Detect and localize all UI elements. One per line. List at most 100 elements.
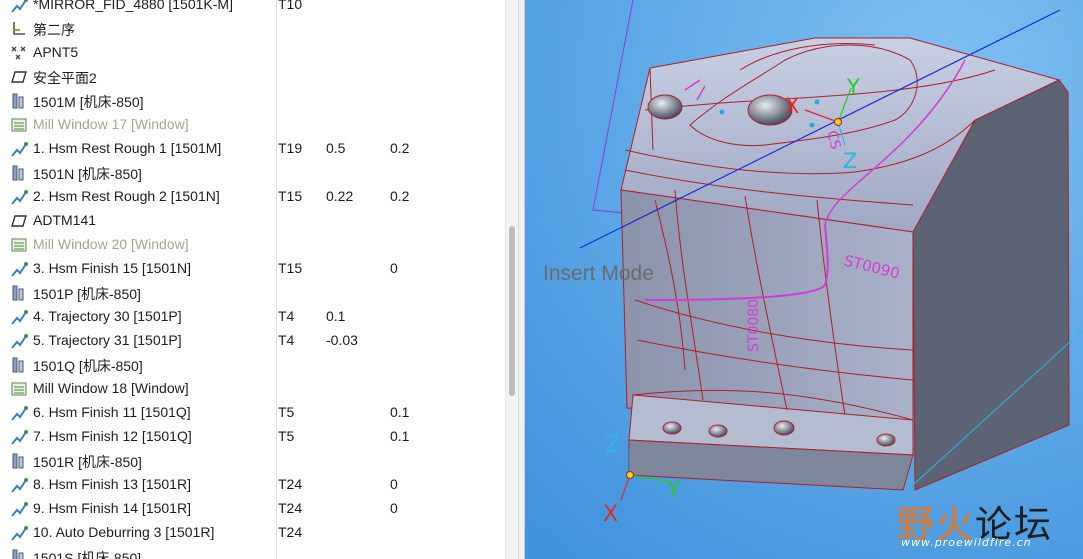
- tree-row-stock-side: 0.22: [326, 188, 354, 204]
- tree-row-stock-bottom: 0.2: [390, 140, 410, 156]
- tree-row-tool: T15: [278, 188, 303, 204]
- axis-label-x: X: [603, 502, 618, 527]
- tree-row[interactable]: 1501S [机床-850]: [0, 545, 505, 559]
- hole: [773, 420, 795, 436]
- tree-row[interactable]: 3. Hsm Finish 15 [1501N] T15 0: [0, 257, 505, 281]
- tree-row-tool: T24: [278, 500, 303, 516]
- operation-icon: [10, 356, 28, 374]
- tree-row-stock-bottom: 0.2: [390, 188, 410, 204]
- graphics-viewport[interactable]: ST0090 ST0080 CS X Y Z Z Y X Insert Mode…: [525, 0, 1083, 559]
- tree-row[interactable]: 安全平面2: [0, 65, 505, 89]
- tree-row-name: APNT5: [33, 44, 79, 60]
- tree-row-stock-side: 0.5: [326, 140, 346, 156]
- tree-row-stock-bottom: 0.1: [390, 404, 410, 420]
- nc-sequence-icon: [10, 188, 28, 206]
- axis-label-z: Z: [605, 433, 620, 458]
- annotation-st0080: ST0080: [746, 299, 762, 352]
- tree-row[interactable]: *MIRROR_FID_4880 [1501K-M] T10: [0, 0, 505, 17]
- tree-row-name: 1501R [机床-850]: [33, 454, 142, 470]
- watermark-url: www.proewildfire.cn: [901, 536, 1032, 549]
- tree-row-name: 1501S [机床-850]: [33, 550, 142, 559]
- tree-row-tool: T15: [278, 260, 303, 276]
- tree-row-tool: T4: [278, 308, 295, 324]
- tree-row-tool: T5: [278, 428, 295, 444]
- tree-row-name: 2. Hsm Rest Rough 2 [1501N]: [33, 188, 220, 204]
- tree-row-name: Mill Window 18 [Window]: [33, 380, 189, 396]
- hole: [876, 433, 896, 447]
- axis-label-x: X: [785, 94, 799, 118]
- tree-row-name: 10. Auto Deburring 3 [1501R]: [33, 524, 215, 540]
- tree-row[interactable]: 4. Trajectory 30 [1501P] T4 0.1: [0, 305, 505, 329]
- plane-icon: [10, 68, 28, 86]
- tree-row[interactable]: Mill Window 18 [Window]: [0, 377, 505, 401]
- tree-row[interactable]: 7. Hsm Finish 12 [1501Q] T5 0.1: [0, 425, 505, 449]
- tree-row-tool: T24: [278, 476, 303, 492]
- point-icon: [10, 44, 28, 62]
- tree-scrollbar[interactable]: [505, 0, 518, 559]
- tree-row-tool: T24: [278, 524, 303, 540]
- nc-sequence-icon: [10, 140, 28, 158]
- tree-row-tool: T19: [278, 140, 303, 156]
- tree-row[interactable]: 1501P [机床-850]: [0, 281, 505, 305]
- tree-row-name: Mill Window 17 [Window]: [33, 116, 189, 132]
- tree-row-name: 4. Trajectory 30 [1501P]: [33, 308, 182, 324]
- hole: [708, 424, 728, 438]
- tree-row-name: Mill Window 20 [Window]: [33, 236, 189, 252]
- tree-row-name: 5. Trajectory 31 [1501P]: [33, 332, 182, 348]
- operation-icon: [10, 284, 28, 302]
- tree-row[interactable]: 1. Hsm Rest Rough 1 [1501M] T19 0.5 0.2: [0, 137, 505, 161]
- tree-row[interactable]: 1501M [机床-850]: [0, 89, 505, 113]
- mill-window-icon: [10, 116, 28, 134]
- tree-row[interactable]: Mill Window 17 [Window]: [0, 113, 505, 137]
- tree-row-name: 1501P [机床-850]: [33, 286, 141, 302]
- operation-icon: [10, 548, 28, 559]
- operation-icon: [10, 164, 28, 182]
- mill-window-icon: [10, 380, 28, 398]
- tree-row-name: 6. Hsm Finish 11 [1501Q]: [33, 404, 191, 420]
- hole: [662, 421, 682, 435]
- nc-sequence-icon: [10, 524, 28, 542]
- tree-row[interactable]: 6. Hsm Finish 11 [1501Q] T5 0.1: [0, 401, 505, 425]
- tree-row[interactable]: ADTM141: [0, 209, 505, 233]
- panel-splitter[interactable]: [518, 0, 525, 559]
- tree-row[interactable]: 5. Trajectory 31 [1501P] T4 -0.03: [0, 329, 505, 353]
- insert-mode-indicator: Insert Mode: [543, 262, 654, 285]
- tree-row-name: 8. Hsm Finish 13 [1501R]: [33, 476, 191, 492]
- tree-row-tool: T10: [278, 0, 303, 12]
- tree-row-name: 安全平面2: [33, 70, 97, 86]
- axis-label-y: Y: [846, 75, 860, 99]
- tree-row[interactable]: 9. Hsm Finish 14 [1501R] T24 0: [0, 497, 505, 521]
- tree-row-tool: T5: [278, 404, 295, 420]
- nc-sequence-icon: [10, 428, 28, 446]
- nc-sequence-icon: [10, 476, 28, 494]
- nc-sequence-icon: [10, 500, 28, 518]
- tree-row-name: 1501M [机床-850]: [33, 94, 144, 110]
- tree-row[interactable]: 8. Hsm Finish 13 [1501R] T24 0: [0, 473, 505, 497]
- tree-row[interactable]: APNT5: [0, 41, 505, 65]
- tree-row[interactable]: 1501R [机床-850]: [0, 449, 505, 473]
- tree-row[interactable]: 第二序: [0, 17, 505, 41]
- tree-row[interactable]: 1501N [机床-850]: [0, 161, 505, 185]
- tree-row-stock-side: -0.03: [326, 332, 358, 348]
- hole: [647, 94, 683, 120]
- tree-row-stock-bottom: 0: [390, 260, 398, 276]
- tree-row-name: 9. Hsm Finish 14 [1501R]: [33, 500, 191, 516]
- axis-label-y: Y: [666, 478, 681, 503]
- tree-row-stock-bottom: 0: [390, 500, 398, 516]
- nc-sequence-icon: [10, 260, 28, 278]
- tree-row[interactable]: 10. Auto Deburring 3 [1501R] T24: [0, 521, 505, 545]
- tree-row-name: 1501N [机床-850]: [33, 166, 142, 182]
- watermark-logo: 野火论坛 www.proewildfire.cn: [897, 494, 1083, 559]
- tree-row-name: 7. Hsm Finish 12 [1501Q]: [33, 428, 192, 444]
- nc-sequence-icon: [10, 332, 28, 350]
- tree-row[interactable]: Mill Window 20 [Window]: [0, 233, 505, 257]
- nc-sequence-icon: [10, 404, 28, 422]
- tree-row[interactable]: 2. Hsm Rest Rough 2 [1501N] T15 0.22 0.2: [0, 185, 505, 209]
- tree-row-name: 1. Hsm Rest Rough 1 [1501M]: [33, 140, 222, 156]
- tree-row[interactable]: 1501Q [机床-850]: [0, 353, 505, 377]
- tree-row-name: ADTM141: [33, 212, 97, 228]
- tree-row-stock-bottom: 0: [390, 476, 398, 492]
- operation-icon: [10, 452, 28, 470]
- operation-icon: [10, 92, 28, 110]
- tree-scrollbar-thumb[interactable]: [509, 226, 515, 396]
